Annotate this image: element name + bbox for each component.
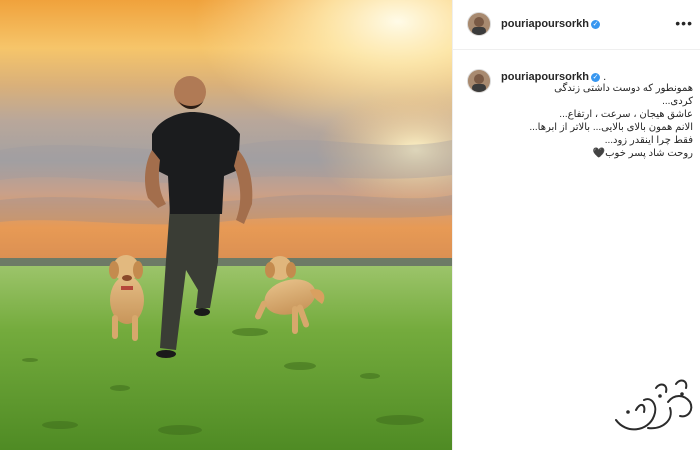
site-logo-watermark bbox=[608, 372, 700, 442]
caption-line: فقط چرا اینقدر زود... bbox=[604, 135, 693, 146]
caption-avatar[interactable] bbox=[467, 69, 491, 93]
caption-line: عاشق هیجان ، سرعت ، ارتفاع... bbox=[559, 109, 693, 120]
caption-line: کردی... bbox=[662, 96, 693, 107]
verified-badge-icon: ✓ bbox=[591, 20, 601, 29]
caption-verified-badge-icon: ✓ bbox=[591, 73, 601, 82]
profile-avatar[interactable] bbox=[467, 12, 491, 36]
header-username-row: pouriapoursorkh ✓ bbox=[501, 18, 601, 30]
profile-avatar-image bbox=[468, 13, 490, 35]
post-photo[interactable] bbox=[0, 0, 452, 450]
post-caption: همونطور که دوست داشتی زندگی کردی... عاشق… bbox=[493, 82, 693, 160]
caption-line: همونطور که دوست داشتی زندگی bbox=[554, 83, 693, 94]
more-options-icon[interactable]: ••• bbox=[675, 16, 693, 30]
watermark-icon bbox=[615, 379, 693, 431]
header-username[interactable]: pouriapoursorkh bbox=[501, 18, 589, 30]
caption-line: الانم همون بالای بالایی... بالاتر از ابر… bbox=[529, 122, 693, 133]
post-photo-illustration bbox=[0, 0, 452, 450]
caption-line: روحت شاد پسر خوب🖤 bbox=[592, 148, 693, 159]
caption-avatar-image bbox=[468, 70, 490, 92]
post-header: pouriapoursorkh ✓ ••• bbox=[453, 0, 700, 50]
